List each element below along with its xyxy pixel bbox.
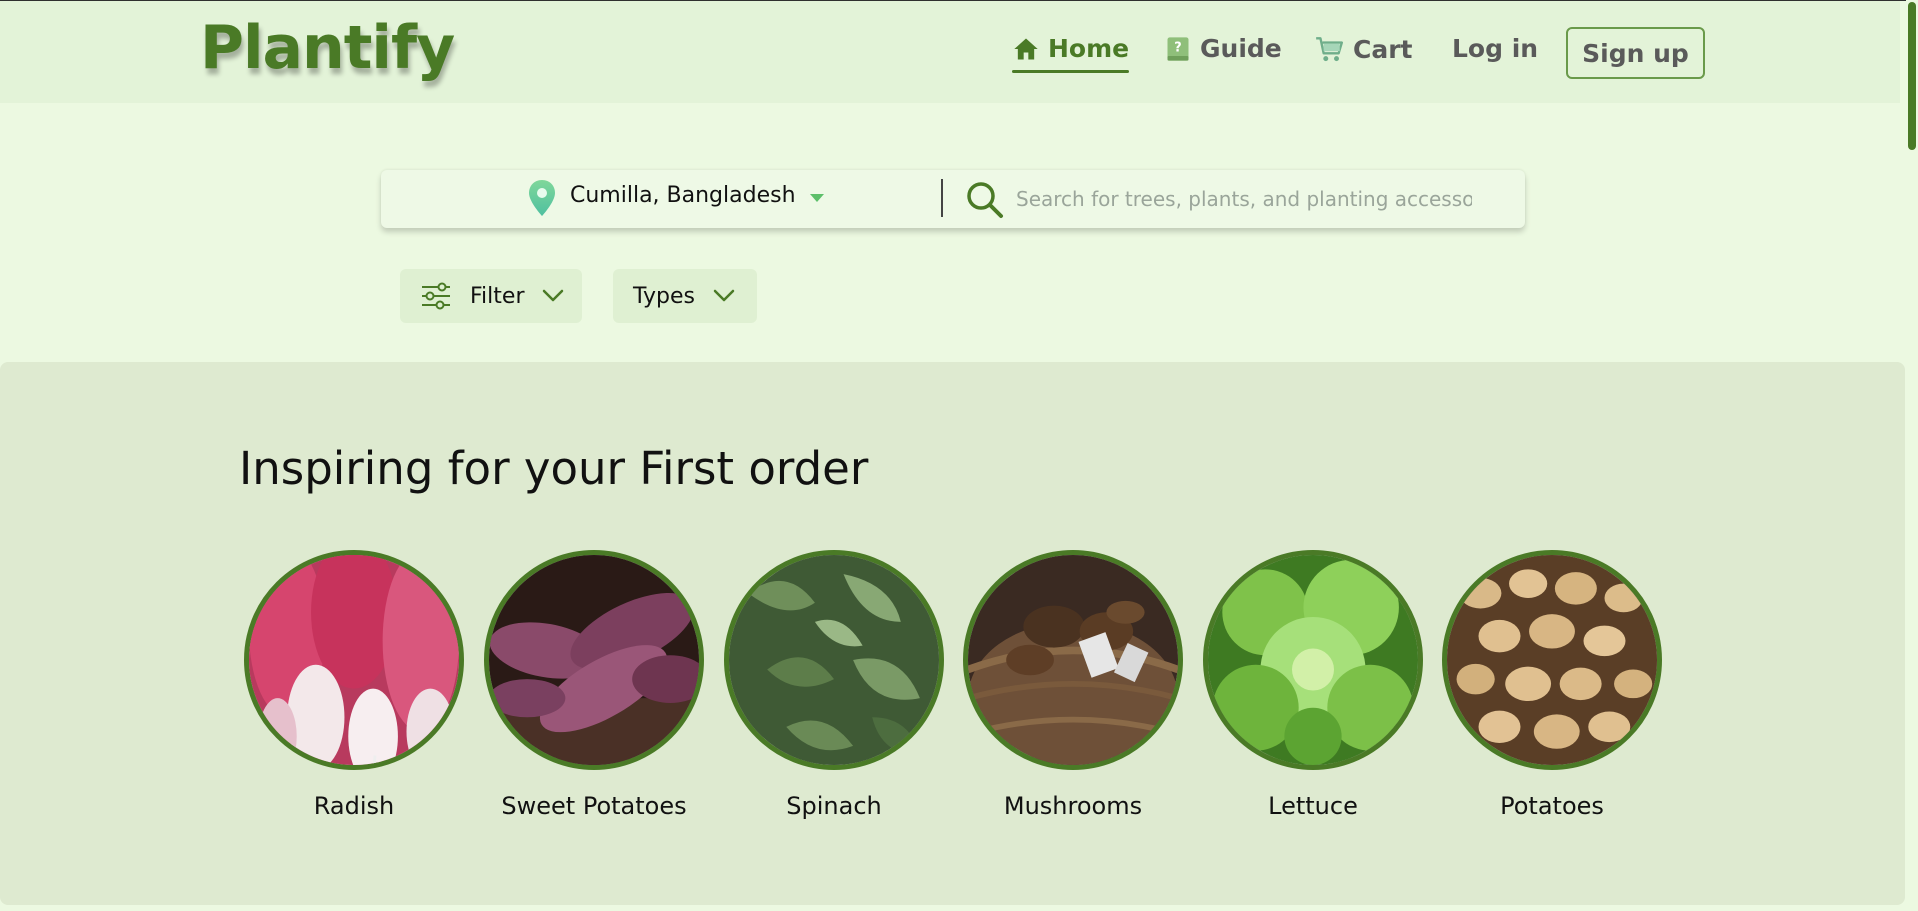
map-pin-icon (529, 180, 555, 216)
book-icon: ? (1167, 36, 1189, 61)
site-header: Plantify Home ? Guide Cart Log in Sign u… (0, 1, 1900, 103)
filter-label: Filter (470, 283, 525, 309)
types-label: Types (633, 283, 695, 309)
nav-cart-label: Cart (1353, 34, 1413, 64)
nav-home-label: Home (1048, 34, 1130, 63)
signup-button[interactable]: Sign up (1566, 27, 1705, 79)
category-label: Sweet Potatoes (501, 792, 687, 820)
category-card[interactable]: Sweet Potatoes (484, 550, 704, 820)
category-image (484, 550, 704, 770)
nav-guide-label: Guide (1200, 34, 1282, 63)
category-card[interactable]: Mushrooms (963, 550, 1183, 820)
search-icon[interactable] (963, 178, 1005, 220)
scrollbar-thumb[interactable] (1908, 2, 1916, 150)
search-bar: Cumilla, Bangladesh (381, 170, 1525, 228)
nav-cart[interactable]: Cart (1313, 34, 1413, 64)
nav-login[interactable]: Log in (1452, 34, 1538, 63)
nav-login-label: Log in (1452, 34, 1539, 63)
category-label: Potatoes (1500, 792, 1604, 820)
category-image (963, 550, 1183, 770)
category-card[interactable]: Spinach (724, 550, 944, 820)
location-selector[interactable]: Cumilla, Bangladesh (570, 183, 796, 208)
filter-dropdown[interactable]: Filter (400, 269, 582, 323)
chevron-down-icon (543, 289, 564, 302)
active-underline (1012, 70, 1130, 73)
sliders-icon (422, 282, 450, 310)
category-label: Mushrooms (1003, 792, 1143, 820)
category-image (1203, 550, 1423, 770)
inspiration-section: Inspiring for your First order Radish Sw… (0, 362, 1905, 905)
home-icon (1014, 38, 1038, 59)
category-label: Spinach (786, 792, 882, 820)
svg-text:?: ? (1174, 40, 1181, 55)
brand-logo[interactable]: Plantify (200, 15, 455, 81)
cart-icon (1316, 37, 1344, 62)
category-image (244, 550, 464, 770)
types-dropdown[interactable]: Types (613, 269, 757, 323)
chevron-down-icon (713, 289, 735, 302)
category-card[interactable]: Potatoes (1442, 550, 1662, 820)
search-input[interactable] (1014, 182, 1474, 216)
category-label: Lettuce (1268, 792, 1358, 820)
category-image (724, 550, 944, 770)
category-image (1442, 550, 1662, 770)
category-card[interactable]: Radish (244, 550, 464, 820)
nav-guide[interactable]: ? Guide (1164, 34, 1282, 63)
category-label: Radish (313, 792, 395, 820)
nav-home[interactable]: Home (1012, 34, 1130, 73)
category-card[interactable]: Lettuce (1203, 550, 1423, 820)
section-title: Inspiring for your First order (239, 442, 869, 495)
caret-down-icon[interactable] (808, 192, 826, 204)
search-divider (941, 179, 943, 217)
